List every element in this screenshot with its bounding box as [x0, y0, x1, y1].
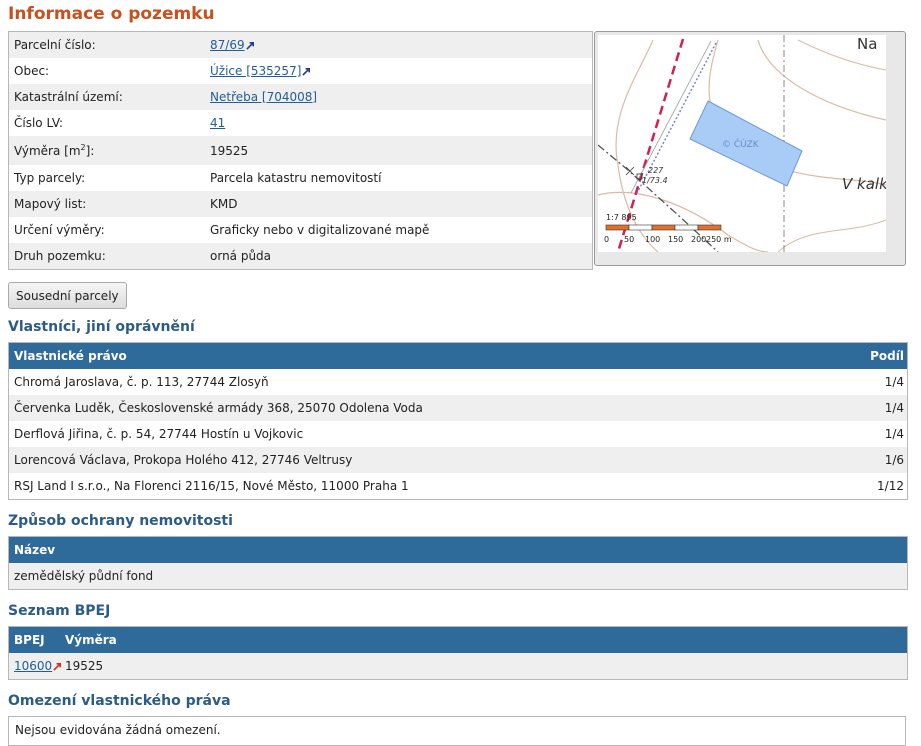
external-link-icon[interactable]: [302, 67, 311, 76]
neighbor-parcels-button[interactable]: Sousední parcely: [8, 282, 127, 309]
cadastral-area-link[interactable]: Netřeba [704008]: [210, 90, 317, 104]
info-row-land-type: Druh pozemku: orná půda: [9, 243, 592, 269]
column-header-bpej: BPEJ: [14, 633, 45, 647]
table-row: Červenka Luděk, Československé armády 36…: [9, 395, 907, 421]
info-value: Parcela katastru nemovitostí: [210, 171, 382, 185]
column-header-share: Podíl: [870, 349, 904, 363]
protection-heading: Způsob ochrany nemovitosti: [8, 513, 233, 529]
map-label-v-kalk: V kalk: [842, 175, 886, 193]
page-title: Informace o pozemku: [8, 4, 215, 24]
external-link-icon[interactable]: [245, 41, 255, 50]
info-label: Určení výměry:: [14, 223, 105, 237]
external-link-icon[interactable]: [53, 662, 62, 671]
map-scale-tick: 150: [668, 235, 683, 244]
owners-table: Vlastnické právo Podíl Chromá Jaroslava,…: [8, 342, 908, 500]
table-row: RSJ Land I s.r.o., Na Florenci 2116/15, …: [14, 479, 904, 493]
lv-number-link[interactable]: 41: [210, 116, 225, 130]
info-row-parcel-type: Typ parcely: Parcela katastru nemovitost…: [9, 165, 592, 191]
parcel-info-table: Parcelní číslo: 87/69 Obec: Úžice [53525…: [8, 31, 593, 270]
table-row: Derflová Jiřina, č. p. 54, 27744 Hostín …: [14, 427, 904, 441]
map-scale-tick: 0: [604, 235, 609, 244]
table-row: Chromá Jaroslava, č. p. 113, 27744 Zlosy…: [14, 375, 904, 389]
info-label: Výměra [m2]:: [14, 143, 95, 158]
info-row-cadastral-area: Katastrální území: Netřeba [704008]: [9, 84, 592, 110]
map-scale-tick: 200: [691, 235, 706, 244]
map-copyright: © ČÚZK: [722, 138, 760, 150]
bpej-code-link[interactable]: 10600: [14, 659, 52, 673]
map-label-na: Na: [857, 35, 877, 53]
info-row-lv-number: Číslo LV: 41: [9, 110, 592, 136]
info-value: 19525: [210, 143, 249, 158]
parcel-map-preview[interactable]: © ČÚZK Na V kalk 227 1/73.4 1:7 895 0 50…: [594, 31, 906, 266]
column-header-name: Název: [14, 543, 56, 557]
info-row-area: Výměra [m2]: 19525: [9, 136, 592, 165]
restrictions-heading: Omezení vlastnického práva: [8, 693, 231, 709]
info-row-municipality: Obec: Úžice [535257]: [9, 58, 592, 84]
info-value: Graficky nebo v digitalizované mapě: [210, 223, 430, 237]
info-label: Typ parcely:: [14, 171, 86, 185]
map-label-1734: 1/73.4: [642, 176, 668, 185]
protection-table: Název zemědělský půdní fond: [8, 536, 908, 590]
info-row-parcel-number: Parcelní číslo: 87/69: [9, 32, 592, 58]
map-canvas[interactable]: © ČÚZK Na V kalk 227 1/73.4 1:7 895 0 50…: [598, 35, 886, 252]
info-label: Číslo LV:: [14, 116, 64, 130]
table-row: 10600 19525: [9, 653, 907, 679]
owners-heading: Vlastníci, jiní oprávnění: [8, 319, 195, 335]
map-scale-ratio: 1:7 895: [606, 213, 637, 222]
parcel-number-link[interactable]: 87/69: [210, 38, 245, 52]
map-scale-tick: 250 m: [706, 235, 732, 244]
info-label: Katastrální území:: [14, 90, 123, 104]
bpej-heading: Seznam BPEJ: [8, 603, 111, 619]
owners-table-header: Vlastnické právo Podíl: [9, 343, 907, 369]
info-label: Mapový list:: [14, 197, 87, 211]
map-label-227: 227: [648, 166, 664, 175]
map-scale-tick: 50: [624, 235, 634, 244]
info-row-map-sheet: Mapový list: KMD: [9, 191, 592, 217]
protection-table-header: Název: [9, 537, 907, 563]
info-value: KMD: [210, 197, 238, 211]
bpej-table: BPEJ Výměra 10600 19525: [8, 626, 908, 680]
map-scale-tick: 100: [645, 235, 660, 244]
info-row-area-determination: Určení výměry: Graficky nebo v digitaliz…: [9, 217, 592, 243]
restrictions-note: Nejsou evidována žádná omezení.: [8, 716, 906, 746]
bpej-table-header: BPEJ Výměra: [9, 627, 907, 653]
municipality-link[interactable]: Úžice [535257]: [210, 64, 301, 78]
info-value: orná půda: [210, 249, 272, 263]
info-label: Parcelní číslo:: [14, 38, 96, 52]
column-header-area: Výměra: [65, 633, 117, 647]
info-label: Obec:: [14, 64, 50, 78]
column-header-ownership: Vlastnické právo: [14, 349, 127, 363]
table-row: zemědělský půdní fond: [9, 563, 907, 589]
table-row: Lorencová Václava, Prokopa Holého 412, 2…: [9, 447, 907, 473]
info-label: Druh pozemku:: [14, 249, 106, 263]
